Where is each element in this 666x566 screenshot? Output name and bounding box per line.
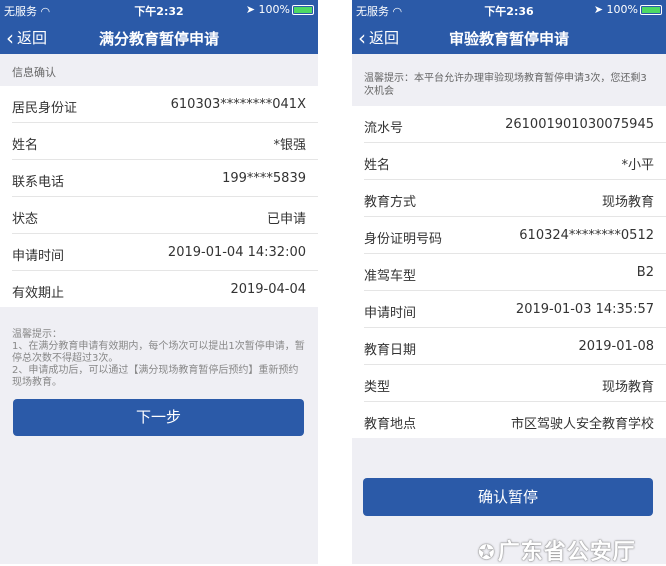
row-value: 已申请 [266, 212, 306, 227]
row-value: 2019-04-04 [230, 282, 306, 297]
list-item: 申请时间 2019-01-03 14:35:57 [364, 291, 666, 328]
list-item: 准驾车型 B2 [364, 254, 666, 291]
row-value: 610303********041X [170, 97, 306, 112]
left-phone-screen: 无服务 ◠ 下午2:32 ➤ 100% ‹ 返回 满分教育暂停申请 信息确认 居民… [0, 0, 318, 564]
tip-line: 2、申请成功后，可以通过【满分现场教育暂停后预约】重新预约现场教育。 [12, 365, 299, 388]
row-label: 居民身份证 [12, 101, 78, 116]
section-header: 信息确认 [12, 66, 56, 79]
row-label: 姓名 [12, 138, 39, 153]
status-bar: 无服务 ◠ 下午2:36 ➤ 100% [352, 0, 666, 20]
battery-icon [640, 5, 662, 15]
row-label: 姓名 [364, 158, 391, 173]
location-icon: ➤ [245, 3, 256, 16]
watermark: ✪广东省公安厅 [478, 534, 636, 566]
row-label: 准驾车型 [364, 269, 417, 284]
list-item: 状态 已申请 [12, 197, 318, 234]
page-title: 审验教育暂停申请 [448, 30, 569, 48]
next-step-button[interactable]: 下一步 [13, 399, 304, 436]
row-label: 教育地点 [364, 417, 417, 432]
police-badge-icon: ✪ [478, 540, 496, 564]
row-label: 身份证明号码 [364, 232, 443, 247]
row-label: 教育日期 [364, 343, 417, 358]
row-label: 状态 [12, 212, 39, 227]
row-value: B2 [636, 265, 654, 280]
row-value: *银强 [273, 138, 306, 153]
info-list: 居民身份证 610303********041X 姓名 *银强 联系电话 199***… [0, 86, 318, 307]
list-item: 联系电话 199****5839 [12, 160, 318, 197]
tip-line: 1、在满分教育申请有效期内，每个场次可以提出1次暂停申请，暂停总次数不得超过3次… [12, 341, 305, 364]
list-item: 姓名 *银强 [12, 123, 318, 160]
row-label: 申请时间 [364, 306, 417, 321]
row-value: 市区驾驶人安全教育学校 [510, 417, 654, 432]
row-label: 有效期止 [12, 286, 65, 301]
battery-percent: 100% [258, 3, 290, 16]
row-value: 2019-01-04 14:32:00 [167, 245, 306, 260]
row-label: 联系电话 [12, 175, 65, 190]
row-value: 199****5839 [222, 171, 306, 186]
list-item: 身份证明号码 610324********0512 [364, 217, 666, 254]
list-item: 居民身份证 610303********041X [12, 86, 318, 123]
row-value: *小平 [621, 158, 654, 173]
list-item: 教育方式 现场教育 [364, 180, 666, 217]
battery-percent: 100% [606, 3, 638, 16]
confirm-pause-button[interactable]: 确认暂停 [363, 478, 653, 516]
row-label: 流水号 [364, 121, 404, 136]
location-icon: ➤ [593, 3, 604, 16]
list-item: 流水号 261001901030075945 [364, 106, 666, 143]
nav-bar: ‹ 返回 满分教育暂停申请 [0, 20, 318, 54]
tip-notice: 温馨提示：本平台允许办理审验现场教育暂停申请3次，您还剩3次机会 [364, 73, 647, 97]
row-value: 261001901030075945 [505, 117, 654, 132]
list-item: 类型 现场教育 [364, 365, 666, 402]
list-item: 教育地点 市区驾驶人安全教育学校 [364, 402, 666, 438]
watermark-text: 广东省公安厅 [497, 540, 636, 565]
list-item: 申请时间 2019-01-04 14:32:00 [12, 234, 318, 271]
right-phone-screen: 无服务 ◠ 下午2:36 ➤ 100% ‹ 返回 审验教育暂停申请 温馨提示：本平… [352, 0, 666, 564]
tip-line: 温馨提示： [12, 329, 62, 340]
row-value: 2019-01-03 14:35:57 [515, 302, 654, 317]
row-label: 教育方式 [364, 195, 417, 210]
list-item: 姓名 *小平 [364, 143, 666, 180]
status-bar: 无服务 ◠ 下午2:32 ➤ 100% [0, 0, 318, 20]
row-value: 2019-01-08 [578, 339, 654, 354]
list-item: 有效期止 2019-04-04 [12, 271, 318, 307]
tips: 温馨提示： 1、在满分教育申请有效期内，每个场次可以提出1次暂停申请，暂停总次数… [0, 307, 318, 397]
row-label: 类型 [364, 380, 391, 395]
info-list: 流水号 261001901030075945 姓名 *小平 教育方式 现场教育 身份证… [352, 106, 666, 438]
list-item: 教育日期 2019-01-08 [364, 328, 666, 365]
row-label: 申请时间 [12, 249, 65, 264]
page-title: 满分教育暂停申请 [98, 30, 219, 48]
nav-bar: ‹ 返回 审验教育暂停申请 [352, 20, 666, 54]
row-value: 610324********0512 [519, 228, 654, 243]
battery-icon [292, 5, 314, 15]
row-value: 现场教育 [601, 195, 654, 210]
row-value: 现场教育 [601, 380, 654, 395]
